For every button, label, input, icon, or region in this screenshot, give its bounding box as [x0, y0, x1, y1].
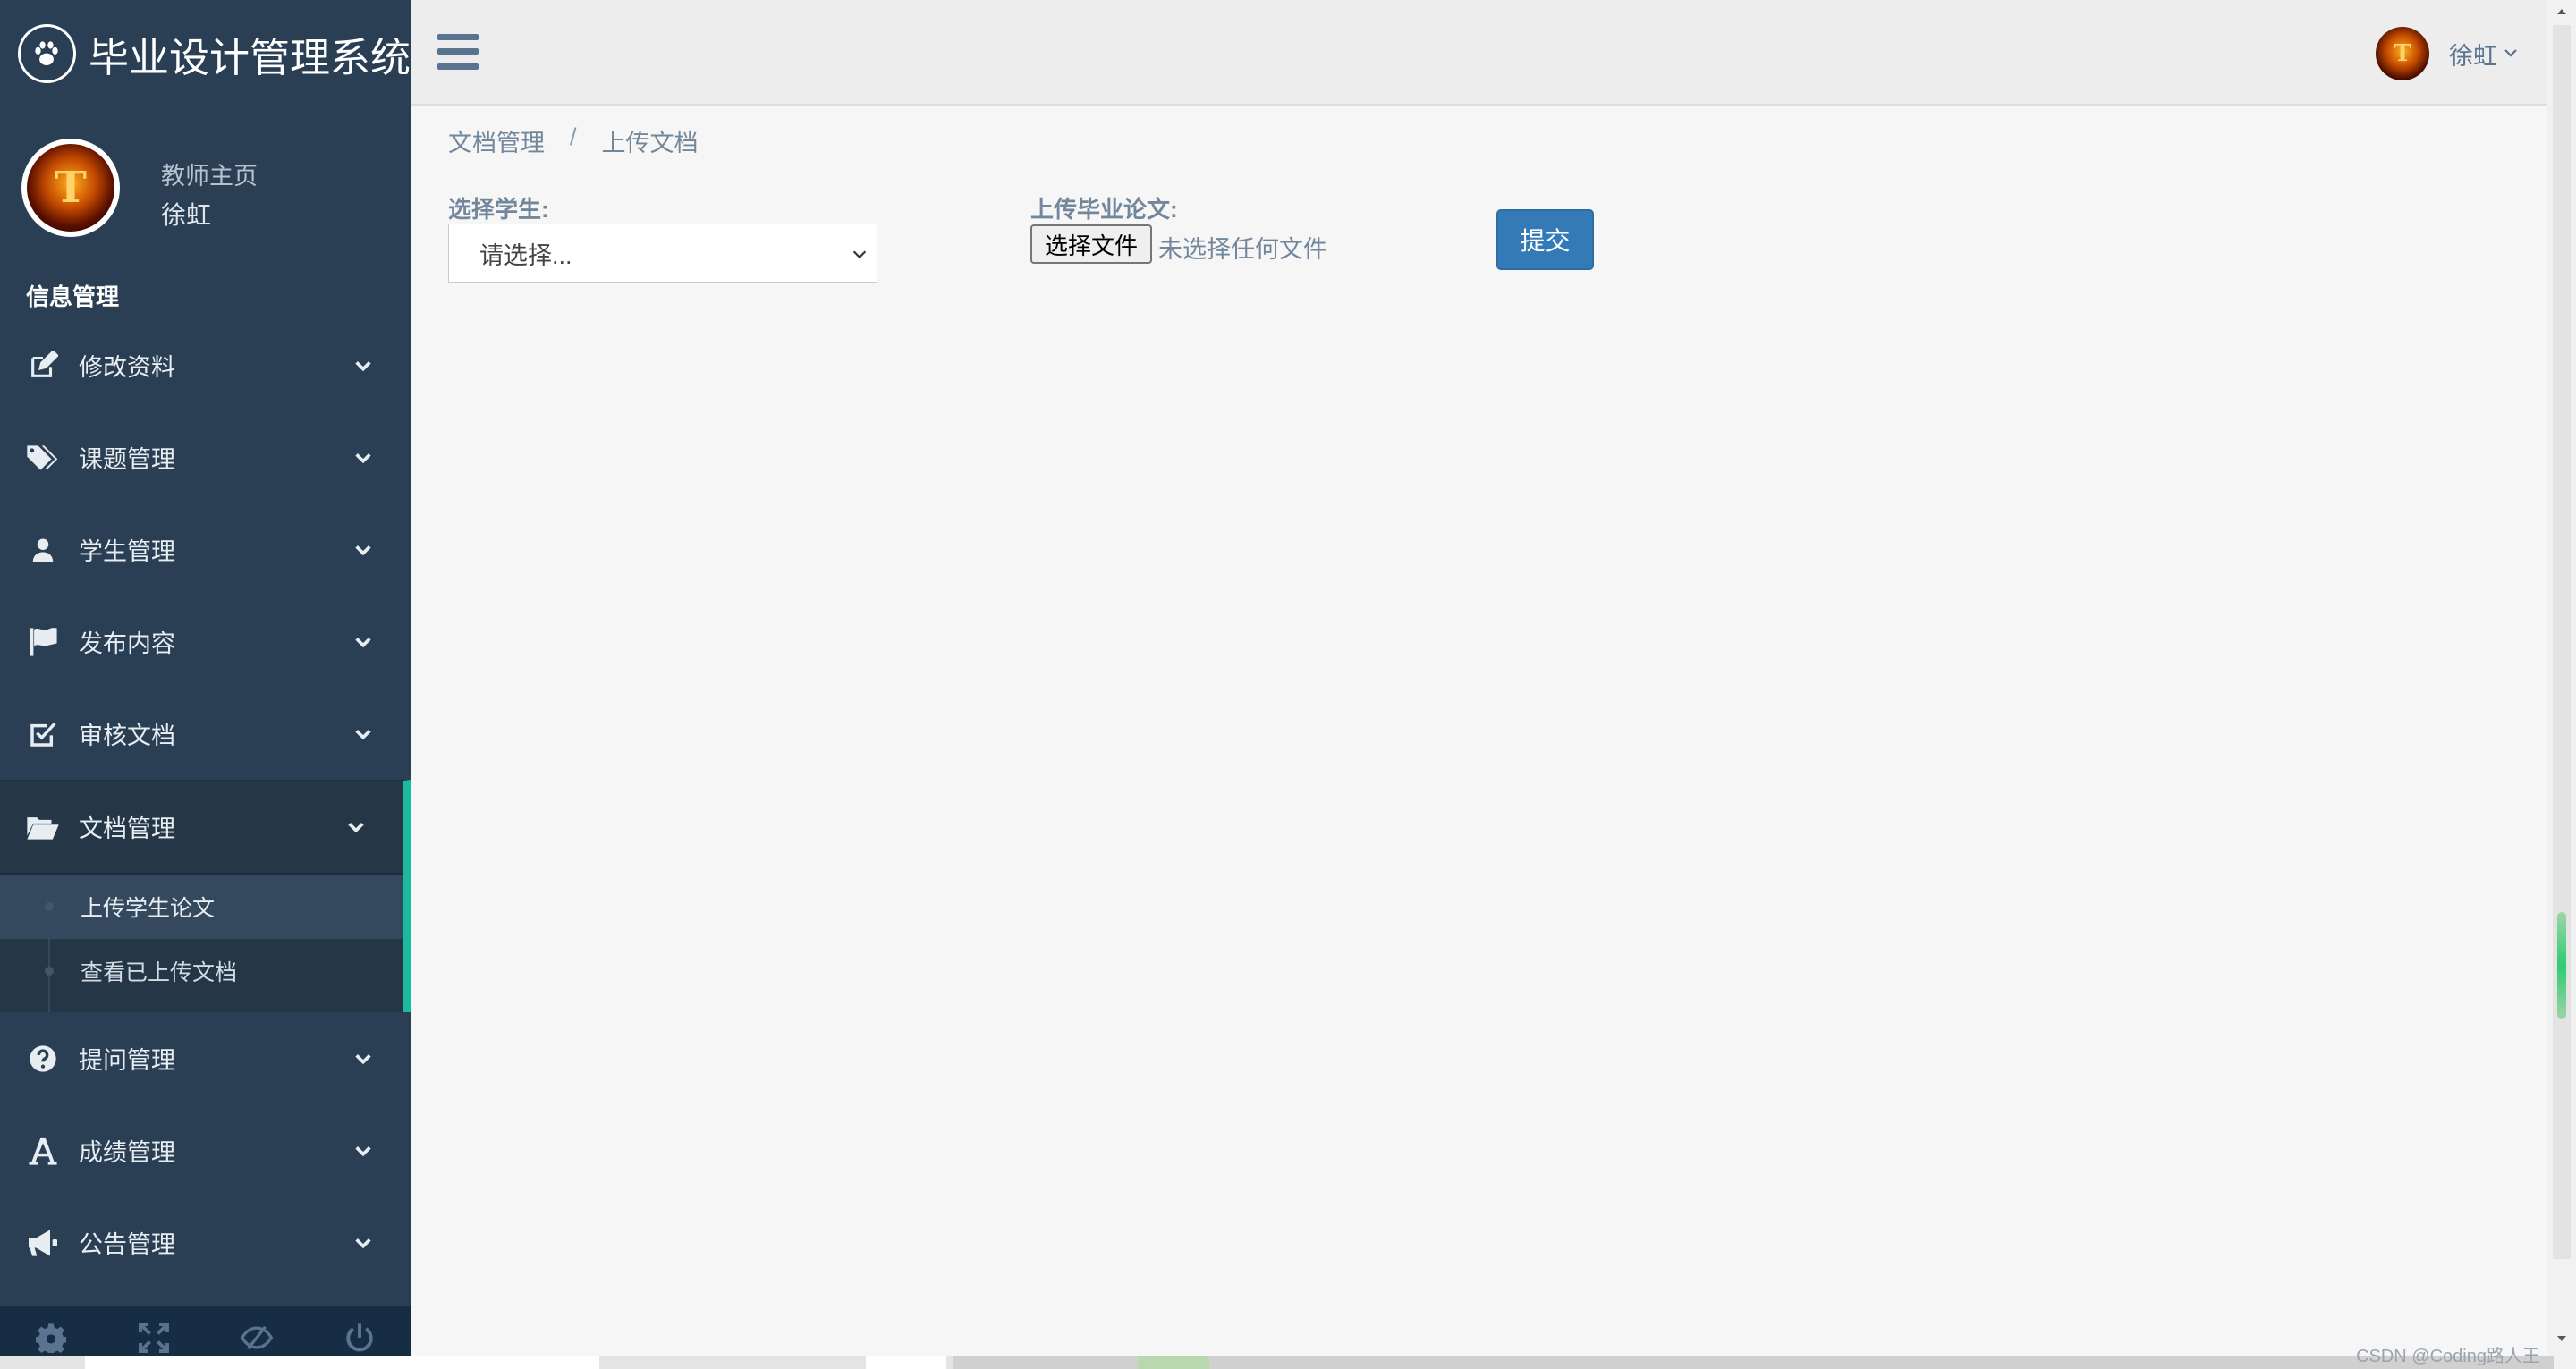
- bullet-icon: [45, 902, 54, 911]
- sidebar-item-label: 审核文档: [79, 723, 175, 749]
- chevron-down-icon: [343, 814, 369, 841]
- question-circle-icon: [25, 1044, 61, 1073]
- chevron-down-icon: [350, 1137, 377, 1164]
- breadcrumb: 文档管理 / 上传文档: [448, 123, 699, 158]
- sidebar-menu: 修改资料 课题管理 学生管理 发布内容 审核文档 文档管理 上传学生论文 查看已…: [0, 319, 411, 1289]
- font-icon: [25, 1136, 61, 1166]
- chevron-down-icon: [350, 1230, 377, 1256]
- scroll-down-icon[interactable]: [2556, 1332, 2567, 1343]
- sidebar-item-doc-management[interactable]: 文档管理: [0, 781, 403, 875]
- submenu: 上传学生论文 查看已上传文档: [0, 875, 403, 1012]
- strip-segment: [1138, 1356, 1209, 1369]
- submit-button[interactable]: 提交: [1496, 209, 1594, 270]
- top-navbar: T 徐虹: [411, 0, 2547, 106]
- sidebar-item-label: 学生管理: [79, 538, 175, 565]
- section-title: 信息管理: [26, 283, 120, 310]
- upload-thesis-label: 上传毕业论文:: [1030, 196, 1178, 223]
- chevron-down-icon: [2503, 45, 2521, 63]
- student-select-value: 请选择...: [479, 241, 572, 269]
- check-square-icon: [25, 720, 61, 748]
- chevron-down-icon: [350, 1045, 377, 1072]
- sidebar-item-label: 发布内容: [79, 630, 175, 657]
- tags-icon: [25, 443, 61, 473]
- submenu-item-label: 查看已上传文档: [80, 960, 238, 985]
- paw-icon: [18, 24, 76, 83]
- chevron-down-icon: [350, 721, 377, 748]
- edit-icon: [25, 350, 61, 381]
- bottom-strip: [0, 1356, 2554, 1369]
- profile-role: 教师主页: [161, 163, 258, 190]
- folder-open-icon: [25, 813, 61, 841]
- sidebar: 毕业设计管理系统 T 教师主页 徐虹 信息管理 修改资料 课题管理 学生管理 发…: [0, 0, 411, 1369]
- submenu-item-upload-thesis[interactable]: 上传学生论文: [0, 875, 403, 939]
- sidebar-item-label: 提问管理: [79, 1047, 175, 1074]
- sidebar-item-label: 公告管理: [79, 1231, 175, 1258]
- watermark: CSDN @Coding路人王: [2356, 1347, 2540, 1366]
- menu-toggle-icon[interactable]: [437, 34, 479, 70]
- profile: T 教师主页 徐虹: [0, 139, 411, 237]
- sidebar-item-label: 文档管理: [79, 815, 175, 842]
- submenu-item-view-uploaded[interactable]: 查看已上传文档: [0, 939, 403, 1003]
- breadcrumb-parent[interactable]: 文档管理: [448, 123, 545, 158]
- scrollbar-track: [2553, 25, 2571, 1259]
- file-status-text: 未选择任何文件: [1158, 236, 1327, 263]
- sidebar-item-review-docs[interactable]: 审核文档: [0, 688, 411, 780]
- user-icon: [25, 536, 61, 564]
- sidebar-group-doc-management: 文档管理 上传学生论文 查看已上传文档: [0, 780, 411, 1012]
- breadcrumb-current: 上传文档: [601, 130, 699, 156]
- main-content: 文档管理 / 上传文档 选择学生: 请选择... 上传毕业论文: 选择文件 未选…: [411, 106, 2547, 1357]
- breadcrumb-separator: /: [570, 123, 577, 150]
- choose-file-button[interactable]: 选择文件: [1030, 224, 1152, 264]
- sidebar-item-students[interactable]: 学生管理: [0, 503, 411, 596]
- avatar: T: [2376, 27, 2429, 80]
- chevron-down-icon: [850, 244, 869, 264]
- sidebar-item-grades[interactable]: 成绩管理: [0, 1104, 411, 1196]
- sidebar-item-announcements[interactable]: 公告管理: [0, 1196, 411, 1289]
- sidebar-item-label: 修改资料: [79, 354, 175, 381]
- chevron-down-icon: [350, 537, 377, 563]
- bullet-icon: [45, 967, 54, 976]
- scrollbar-thumb[interactable]: [2557, 912, 2566, 1019]
- profile-name: 徐虹: [161, 201, 212, 229]
- avatar: T: [21, 139, 120, 237]
- strip-segment: [85, 1356, 599, 1369]
- scroll-up-icon[interactable]: [2556, 5, 2567, 16]
- user-dropdown[interactable]: T 徐虹: [2376, 27, 2521, 80]
- submenu-item-label: 上传学生论文: [80, 896, 216, 921]
- brand[interactable]: 毕业设计管理系统: [0, 0, 411, 107]
- student-select[interactable]: 请选择...: [448, 224, 877, 283]
- student-select-label: 选择学生:: [448, 196, 549, 223]
- flag-icon: [25, 627, 61, 657]
- chevron-down-icon: [350, 352, 377, 379]
- sidebar-item-topics[interactable]: 课题管理: [0, 411, 411, 503]
- bullhorn-icon: [25, 1229, 61, 1257]
- chevron-down-icon: [350, 444, 377, 471]
- sidebar-item-questions[interactable]: 提问管理: [0, 1012, 411, 1104]
- sidebar-item-label: 成绩管理: [79, 1139, 175, 1166]
- app-title: 毕业设计管理系统: [88, 34, 411, 80]
- user-name: 徐虹: [2449, 42, 2497, 70]
- strip-segment: [866, 1356, 946, 1369]
- sidebar-item-publish[interactable]: 发布内容: [0, 596, 411, 688]
- sidebar-item-edit-profile[interactable]: 修改资料: [0, 319, 411, 411]
- page-scrollbar[interactable]: [2547, 0, 2576, 1369]
- sidebar-item-label: 课题管理: [79, 446, 175, 473]
- chevron-down-icon: [350, 629, 377, 655]
